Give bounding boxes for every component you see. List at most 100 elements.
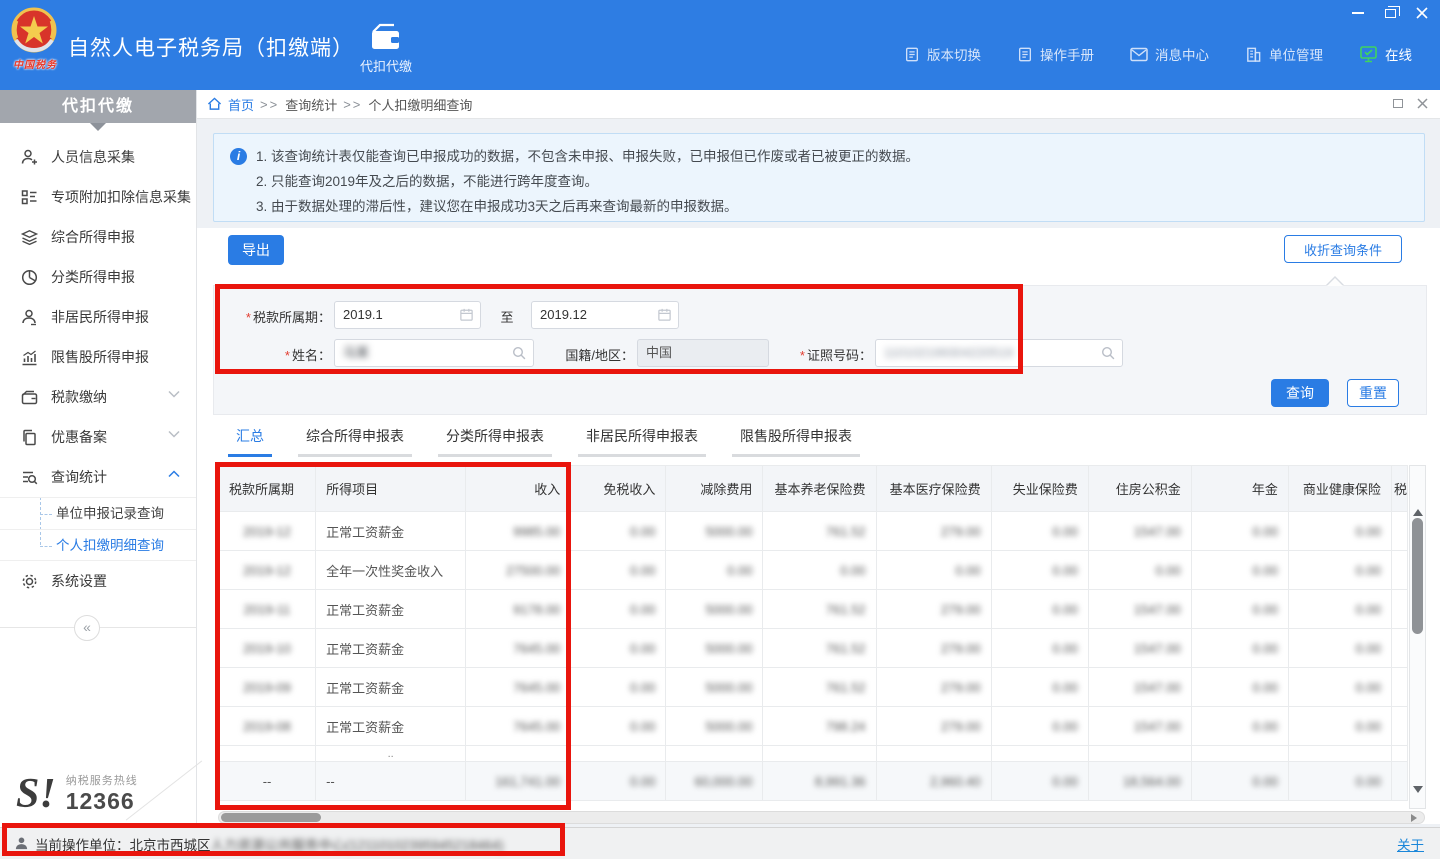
table-cell: 1547.00 [1088,590,1191,629]
sidebar-item-classified-income[interactable]: 分类所得申报 [0,257,196,297]
sidebar-item-system-settings[interactable]: 系统设置 [0,561,196,601]
table-cell: 0.00 [1288,707,1391,746]
calendar-icon [657,307,672,322]
table-cell: 2019-12 [219,551,316,590]
horizontal-scroll-thumb[interactable] [221,813,321,822]
table-cell [219,746,316,762]
national-emblem-icon [9,6,59,56]
wallet-icon [20,388,39,407]
table-cell: 0.00 [1191,629,1288,668]
sidebar-item-label: 限售股所得申报 [51,347,149,367]
restore-button[interactable] [1382,6,1398,20]
scroll-right-icon[interactable] [1411,814,1421,822]
tab-classified[interactable]: 分类所得申报表 [438,426,552,457]
period-from-input[interactable]: 2019.1 [334,301,481,329]
table-cell: 761.52 [763,512,876,551]
sidebar-item-personnel[interactable]: 人员信息采集 [0,137,196,177]
minimize-button[interactable] [1350,6,1366,20]
sidebar-subitem-personal-detail-query[interactable]: 个人扣缴明细查询 [0,529,196,561]
table-cell: 7645.00 [466,668,571,707]
manual-label: 操作手册 [1040,44,1094,64]
table-column-header: 失业保险费 [991,466,1088,512]
version-switch-link[interactable]: 版本切换 [904,44,981,64]
search-button[interactable]: 查询 [1271,379,1329,407]
table-cell: 正常工资薪金 [316,668,466,707]
table-cell: 18,564.00 [1088,762,1191,801]
table-row: 2019-12全年一次性奖金收入27500.000.000.000.000.00… [219,551,1408,590]
gear-icon [20,572,39,591]
scroll-down-icon[interactable] [1413,786,1423,798]
tab-controls [1393,98,1428,109]
message-center-label: 消息中心 [1155,44,1209,64]
tab-summary[interactable]: 汇总 [228,426,272,457]
table-row: .. [219,746,1408,762]
result-table: 税款所属期所得项目收入免税收入减除费用基本养老保险费基本医疗保险费失业保险费住房… [218,465,1408,801]
tab-nonresident[interactable]: 非居民所得申报表 [578,426,706,457]
table-cell: 8,991.36 [763,762,876,801]
table-cell [1288,746,1391,762]
table-cell: 7645.00 [466,629,571,668]
module-tab-daikou[interactable]: 代扣代缴 [352,22,420,75]
collapse-query-button[interactable]: 收折查询条件 [1284,235,1402,263]
sidebar-item-restricted-shares[interactable]: 限售股所得申报 [0,337,196,377]
name-input[interactable]: 马某 [334,339,534,367]
statusbar: 当前操作单位： 北京市西城区 人力资源公共服务中心(12110102395945… [0,827,1440,859]
table-cell: 9178.00 [466,590,571,629]
search-icon[interactable] [1100,345,1116,361]
close-icon [1416,7,1428,19]
sidebar-item-nonresident-income[interactable]: 非居民所得申报 [0,297,196,337]
tab-restricted-shares[interactable]: 限售股所得申报表 [732,426,860,457]
tab-close-icon[interactable] [1417,98,1428,109]
table-cell: 2019-11 [219,590,316,629]
search-icon[interactable] [511,345,527,361]
tab-comprehensive[interactable]: 综合所得申报表 [298,426,412,457]
table-cell: 1547.00 [1088,707,1191,746]
message-center-link[interactable]: 消息中心 [1130,44,1209,64]
table-column-header: 基本医疗保险费 [876,466,991,512]
vertical-scrollbar[interactable] [1409,465,1426,809]
chevron-up-icon [168,470,180,478]
table-cell: 0.00 [666,551,763,590]
sidebar-item-special-deduction[interactable]: 专项附加扣除信息采集 [0,177,196,217]
horizontal-scrollbar[interactable] [218,811,1425,824]
layers-icon [20,228,39,247]
table-cell: 0.00 [571,551,666,590]
export-button[interactable]: 导出 [228,235,284,265]
manual-link[interactable]: 操作手册 [1017,44,1094,64]
sidebar-item-preferential-record[interactable]: 优惠备案 [0,417,196,457]
unit-management-link[interactable]: 单位管理 [1245,44,1323,64]
vertical-scroll-thumb[interactable] [1412,518,1423,634]
table-column-header: 商业健康保险 [1288,466,1391,512]
cert-number-input[interactable]: 110102199304220519 [875,339,1123,367]
period-to-input[interactable]: 2019.12 [531,301,679,329]
online-status[interactable]: 在线 [1359,44,1412,64]
sidebar-item-label: 综合所得申报 [51,227,135,247]
sidebar-item-label: 税款缴纳 [51,387,107,407]
table-row: 2019-12正常工资薪金9985.000.005000.00761.52279… [219,512,1408,551]
tab-maximize-icon[interactable] [1393,99,1403,108]
module-tab-label: 代扣代缴 [352,56,420,75]
bar-chart-icon [20,348,39,367]
table-cell [991,746,1088,762]
sidebar-item-query-statistics[interactable]: 查询统计 [0,457,196,497]
reset-button[interactable]: 重置 [1347,379,1399,407]
breadcrumb-level1[interactable]: 查询统计 [285,95,337,114]
table-cell [1391,707,1407,746]
about-link[interactable]: 关于 [1397,834,1424,854]
close-button[interactable] [1414,6,1430,20]
sidebar-item-comprehensive-income[interactable]: 综合所得申报 [0,217,196,257]
table-row: 2019-09正常工资薪金7645.000.005000.00761.52279… [219,668,1408,707]
table-cell: 0.00 [571,590,666,629]
table-cell: 761.52 [763,590,876,629]
table-row: 2019-08正常工资薪金7645.000.005000.00798.24279… [219,707,1408,746]
sidebar-subitem-unit-record-query[interactable]: 单位申报记录查询 [0,497,196,529]
topbar: 中国税务 自然人电子税务局（扣缴端） 代扣代缴 版本切换 操作手册 消息中心 [0,0,1440,90]
sidebar-collapse-button[interactable]: « [74,615,100,641]
sidebar-item-tax-payment[interactable]: 税款缴纳 [0,377,196,417]
breadcrumb-home[interactable]: 首页 [228,95,254,114]
scroll-up-icon[interactable] [1413,504,1423,516]
table-cell: 9985.00 [466,512,571,551]
table-cell: 0.00 [1288,668,1391,707]
table-cell: 0.00 [1191,707,1288,746]
form-list-icon [20,188,39,207]
